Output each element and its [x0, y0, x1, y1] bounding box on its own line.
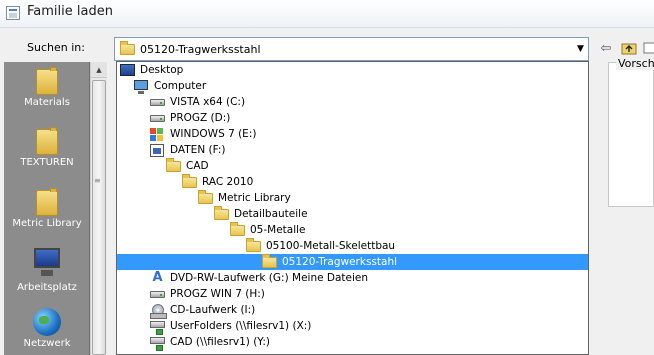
place-metric-library[interactable]: Metric Library [4, 188, 90, 229]
list-item[interactable]: CAD (\\filesrv1) (Y:) [150, 334, 270, 351]
drive-icon [150, 111, 166, 125]
folder-icon [214, 206, 230, 221]
places-bar: Materials TEXTUREN Metric Library Arbeit… [4, 62, 90, 355]
list-item[interactable]: PROGZ (D:) [150, 110, 230, 126]
windows-drive-icon [150, 127, 166, 141]
folder-icon [262, 254, 278, 269]
preview-label: Vorscha [616, 57, 654, 70]
grip-icon: ≡ [94, 176, 101, 185]
network-icon [33, 308, 61, 336]
list-item-label: DATEN (F:) [170, 144, 226, 156]
folder-icon [182, 174, 198, 189]
place-arbeitsplatz[interactable]: Arbeitsplatz [4, 248, 90, 293]
folder-icon [36, 127, 58, 155]
desktop-icon [120, 63, 136, 77]
app-icon [6, 6, 20, 20]
list-item[interactable]: VISTA x64 (C:) [150, 94, 245, 110]
up-folder-icon[interactable] [620, 39, 638, 57]
window-title: Familie laden [27, 4, 113, 19]
folder-icon [36, 188, 58, 216]
folder-icon [120, 41, 136, 56]
place-texturen[interactable]: TEXTUREN [4, 127, 90, 168]
look-in-combobox[interactable]: 05120-Tragwerksstahl ▼ [114, 37, 589, 61]
title-bar: Familie laden [0, 0, 654, 28]
list-item-label: CAD (\\filesrv1) (Y:) [170, 336, 270, 348]
list-item-label: 05-Metalle [250, 224, 306, 236]
list-item-label: RAC 2010 [202, 176, 254, 188]
look-in-value: 05120-Tragwerksstahl [140, 43, 261, 56]
list-item-label: Metric Library [218, 192, 291, 204]
list-item-label: Desktop [140, 64, 184, 76]
list-item[interactable]: 05-Metalle [230, 222, 306, 238]
list-item-label: DVD-RW-Laufwerk (G:) Meine Dateien [170, 272, 369, 284]
list-item-label: PROGZ WIN 7 (H:) [170, 288, 265, 300]
list-item[interactable]: DATEN (F:) [150, 142, 225, 158]
list-item[interactable]: A DVD-RW-Laufwerk (G:) Meine Dateien [150, 270, 368, 286]
list-item-label: UserFolders (\\filesrv1) (X:) [170, 320, 312, 332]
place-label: Arbeitsplatz [17, 282, 77, 293]
list-item[interactable]: WINDOWS 7 (E:) [150, 126, 256, 142]
list-item-label: PROGZ (D:) [170, 112, 231, 124]
list-item-label: CD-Laufwerk (I:) [170, 304, 256, 316]
list-item-label: 05100-Metall-Skelettbau [266, 240, 396, 252]
scroll-thumb[interactable] [92, 80, 106, 355]
folder-icon [36, 67, 58, 95]
drive-icon [150, 287, 166, 301]
list-item-label: 05120-Tragwerksstahl [282, 256, 398, 268]
places-scrollbar[interactable]: ▲ ≡ [90, 62, 107, 355]
place-label: TEXTUREN [20, 157, 74, 168]
list-item-label: VISTA x64 (C:) [170, 96, 246, 108]
list-item[interactable]: 05100-Metall-Skelettbau [246, 238, 395, 254]
folder-icon [166, 158, 182, 173]
list-item[interactable]: CD-Laufwerk (I:) [150, 302, 256, 319]
chevron-down-icon[interactable]: ▼ [573, 38, 588, 60]
dvd-icon: A [152, 270, 163, 285]
place-label: Metric Library [12, 218, 82, 229]
list-item-label: Detailbauteile [234, 208, 308, 220]
scroll-up-icon[interactable]: ▲ [91, 62, 107, 78]
list-item[interactable]: Metric Library [198, 190, 291, 206]
computer-icon [134, 79, 150, 94]
place-netzwerk[interactable]: Netzwerk [4, 308, 90, 349]
list-item-label: CAD [186, 160, 209, 172]
list-item[interactable]: Detailbauteile [214, 206, 308, 222]
look-in-dropdown-list[interactable]: Desktop Computer VISTA x64 (C:) PROGZ (D… [116, 61, 589, 355]
list-item-selected[interactable]: 05120-Tragwerksstahl [117, 254, 588, 270]
list-item[interactable]: Computer [134, 78, 206, 94]
folder-icon [230, 222, 246, 237]
data-drive-icon [150, 143, 166, 157]
computer-icon [32, 248, 62, 280]
list-item[interactable]: RAC 2010 [182, 174, 253, 190]
place-materials[interactable]: Materials [4, 67, 90, 108]
folder-icon [198, 190, 214, 205]
preview-pane [608, 62, 654, 207]
drive-icon [150, 95, 166, 109]
place-label: Netzwerk [23, 338, 71, 349]
list-item-label: WINDOWS 7 (E:) [170, 128, 257, 140]
list-item-label: Computer [154, 80, 207, 92]
list-item[interactable]: CAD [166, 158, 209, 174]
list-item[interactable]: PROGZ WIN 7 (H:) [150, 286, 265, 302]
back-arrow-icon[interactable]: ⇦ [597, 39, 615, 57]
place-label: Materials [24, 97, 70, 108]
network-drive-icon [150, 335, 166, 351]
list-item[interactable]: UserFolders (\\filesrv1) (X:) [150, 318, 312, 335]
list-item[interactable]: Desktop [120, 62, 183, 78]
more-icon[interactable] [643, 39, 654, 57]
cd-icon [150, 303, 167, 319]
folder-icon [246, 238, 262, 253]
network-drive-icon [150, 319, 166, 335]
look-in-label: Suchen in: [27, 41, 85, 54]
